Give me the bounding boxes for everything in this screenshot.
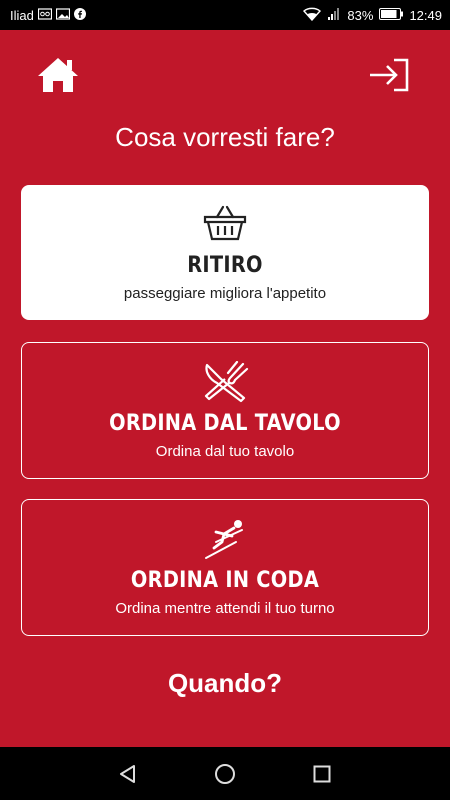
basket-icon (203, 205, 247, 246)
option-pickup-card[interactable]: RITIRO passeggiare migliora l'appetito (21, 185, 429, 320)
battery-percent: 83% (347, 7, 374, 23)
cutlery-icon (201, 360, 249, 408)
battery-icon (379, 7, 404, 23)
sign-in-icon[interactable] (368, 58, 410, 92)
option-subtitle: passeggiare migliora l'appetito (123, 285, 327, 302)
what-to-do-heading: Cosa vorresti fare? (115, 122, 335, 152)
ski-jump-icon (202, 518, 248, 565)
when-heading: Quando? (167, 668, 283, 698)
facebook-icon (73, 7, 86, 23)
home-icon[interactable] (36, 56, 80, 94)
option-title: RITIRO (187, 253, 263, 278)
top-bar (0, 30, 450, 118)
photo-icon (55, 7, 70, 23)
option-title: ORDINA IN CODA (130, 568, 320, 593)
voicemail-icon (37, 7, 52, 23)
option-title: ORDINA DAL TAVOLO (109, 411, 341, 436)
option-table-order-card[interactable]: ORDINA DAL TAVOLO Ordina dal tuo tavolo (21, 342, 429, 479)
carrier-label: Iliad (10, 7, 34, 23)
signal-icon (327, 7, 341, 24)
system-nav-bar (0, 747, 450, 800)
home-nav-icon[interactable] (213, 762, 237, 786)
option-queue-order-card[interactable]: ORDINA IN CODA Ordina mentre attendi il … (21, 499, 429, 636)
wifi-icon (303, 7, 322, 24)
status-bar: Iliad 83% 12:49 (0, 0, 450, 30)
recents-icon[interactable] (310, 762, 334, 786)
clock: 12:49 (409, 7, 442, 23)
back-icon[interactable] (116, 762, 140, 786)
option-subtitle: Ordina dal tuo tavolo (155, 443, 295, 460)
option-subtitle: Ordina mentre attendi il tuo turno (115, 600, 335, 617)
